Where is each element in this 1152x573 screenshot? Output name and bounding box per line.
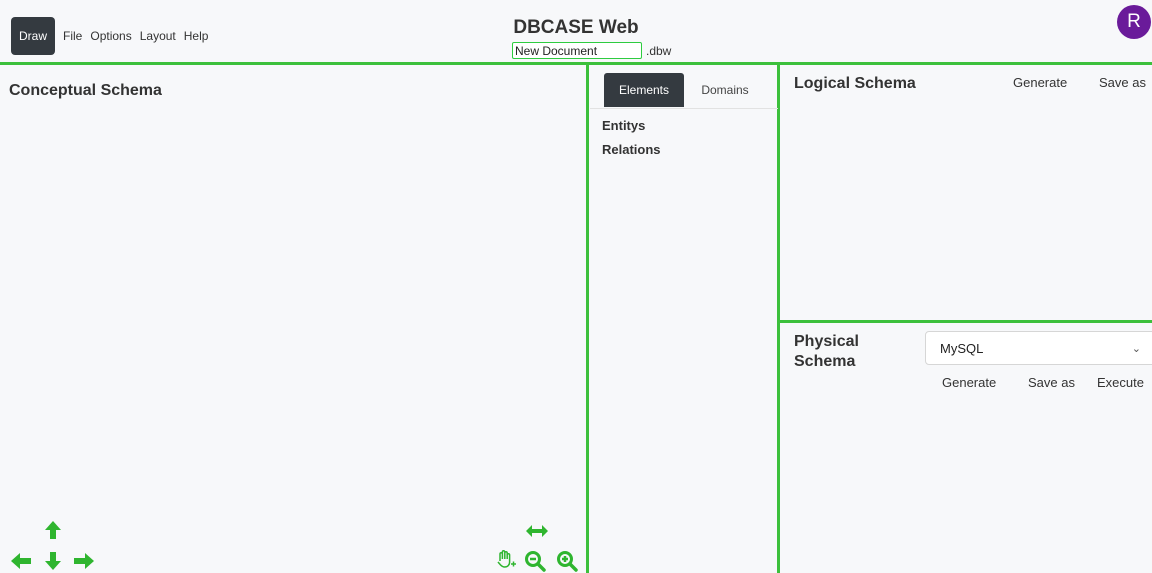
top-separator [0, 62, 1152, 65]
physical-title-line1: Physical [794, 333, 859, 350]
resize-horizontal-icon[interactable] [525, 524, 549, 538]
arrow-up-icon[interactable] [44, 520, 62, 540]
conceptual-schema-title: Conceptual Schema [9, 82, 162, 99]
tab-domains[interactable]: Domains [690, 73, 760, 107]
list-item-relations[interactable]: Relations [602, 142, 661, 157]
app-title: DBCASE Web [513, 17, 639, 38]
physical-execute-button[interactable]: Execute [1097, 375, 1144, 390]
zoom-in-icon[interactable] [556, 550, 578, 572]
top-bar: Draw File Options Layout Help DBCASE Web… [0, 0, 1152, 62]
middle-panel-divider [777, 65, 780, 573]
chevron-down-icon: ⌄ [1131, 343, 1141, 355]
document-name-input[interactable] [512, 42, 642, 59]
user-avatar[interactable]: R [1117, 5, 1151, 39]
logical-generate-button[interactable]: Generate [1013, 75, 1067, 90]
left-panel-divider [586, 65, 589, 573]
database-select-value: MySQL [940, 341, 984, 356]
physical-schema-title: Physical Schema [794, 332, 859, 372]
physical-generate-button[interactable]: Generate [942, 375, 996, 390]
tab-elements[interactable]: Elements [604, 73, 684, 107]
database-select[interactable]: MySQL ⌄ [925, 331, 1152, 365]
arrow-left-icon[interactable] [10, 552, 32, 570]
elements-tabs: Elements Domains [590, 73, 778, 109]
arrow-right-icon[interactable] [73, 552, 95, 570]
physical-title-line2: Schema [794, 353, 856, 370]
logical-save-as-button[interactable]: Save as [1099, 75, 1146, 90]
arrow-down-icon[interactable] [44, 551, 62, 571]
list-item-entitys[interactable]: Entitys [602, 118, 645, 133]
physical-save-as-button[interactable]: Save as [1028, 375, 1075, 390]
document-name-row: .dbw [512, 42, 671, 59]
logical-physical-separator [780, 320, 1152, 323]
zoom-out-icon[interactable] [524, 550, 546, 572]
document-extension: .dbw [646, 43, 672, 58]
logical-schema-title: Logical Schema [794, 75, 916, 92]
pan-hand-icon[interactable] [495, 549, 517, 571]
